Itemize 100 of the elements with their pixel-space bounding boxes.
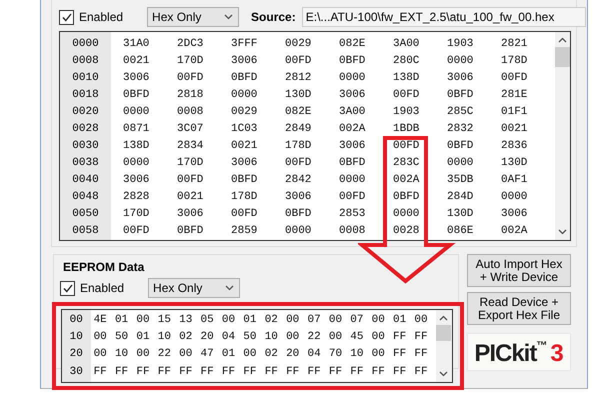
hex-cell: 13 xyxy=(179,314,192,326)
enabled-checkbox[interactable] xyxy=(60,280,75,296)
hex-cell: FF xyxy=(136,366,150,378)
hex-cell: FF xyxy=(200,366,214,378)
hex-cell: 0000 xyxy=(393,208,420,220)
scrollbar[interactable] xyxy=(436,310,452,382)
hex-cell: 02 xyxy=(264,314,278,326)
address-cell: 0010 xyxy=(72,72,99,84)
hex-cell: 00 xyxy=(94,348,107,360)
hex-cell: 04 xyxy=(222,330,236,343)
hex-cell: 0000 xyxy=(123,157,150,170)
hex-cell: 130D xyxy=(285,88,312,101)
hex-cell: 00FD xyxy=(177,174,204,186)
scrollbar[interactable] xyxy=(555,32,570,240)
hex-cell: 284D xyxy=(447,191,474,204)
caret-icon[interactable] xyxy=(225,285,234,291)
hex-cell: 00FD xyxy=(501,72,528,84)
scroll-down-icon[interactable] xyxy=(439,371,448,377)
address-cell: 10 xyxy=(70,330,83,343)
hex-cell: 00FD xyxy=(177,72,204,84)
hex-cell: 00 xyxy=(328,314,342,326)
hex-cell: 22 xyxy=(158,348,171,360)
hex-cell: 00 xyxy=(286,314,300,326)
hex-cell: 3C07 xyxy=(177,122,204,135)
hex-cell: 10 xyxy=(158,330,171,343)
scroll-thumb[interactable] xyxy=(555,47,570,67)
hex-cell: 00FD xyxy=(285,157,312,170)
hex-cell: 00 xyxy=(222,314,236,326)
hex-cell: 002A xyxy=(339,122,366,135)
hex-cell: 2834 xyxy=(177,140,204,152)
hex-cell: 00 xyxy=(243,348,256,360)
hex-cell: 0000 xyxy=(447,157,474,170)
enabled-label: Enabled xyxy=(79,10,124,24)
source-field[interactable]: E:\...ATU-100\fw_EXT_2.5\atu_100_fw_00.hex xyxy=(302,7,586,27)
hex-cell: FF xyxy=(179,366,192,378)
hex-cell: 0029 xyxy=(231,106,258,118)
hex-cell: 00 xyxy=(94,330,107,343)
scroll-up-icon[interactable] xyxy=(558,37,567,43)
hex-cell: 00 xyxy=(179,348,192,360)
hex-cell: 05 xyxy=(200,314,214,326)
checkmark-icon xyxy=(62,12,72,22)
address-cell: 0000 xyxy=(72,38,99,50)
hex-cell: 0021 xyxy=(177,191,204,204)
address-cell: 0020 xyxy=(72,106,99,118)
import-write-button[interactable]: Auto Import Hex + Write Device xyxy=(467,254,571,287)
hex-cell: 00 xyxy=(136,314,150,326)
hex-cell: FF xyxy=(393,366,406,378)
hex-cell: 20 xyxy=(200,330,214,343)
mode-dropdown[interactable]: Hex Only xyxy=(147,7,240,27)
hex-cell: 0BFD xyxy=(447,140,474,152)
hex-cell: 15 xyxy=(158,314,171,326)
address-cell: 0038 xyxy=(72,157,99,170)
address-cell: 0028 xyxy=(72,122,99,135)
hex-cell: 138D xyxy=(393,72,420,84)
hex-cell: 00FD xyxy=(285,54,312,67)
hex-cell: 00 xyxy=(286,330,300,343)
hex-cell: 082E xyxy=(285,106,312,118)
group-title: EEPROM Data xyxy=(63,260,146,274)
hex-cell: 2821 xyxy=(501,38,528,50)
scroll-down-icon[interactable] xyxy=(558,229,567,235)
hex-cell: 130D xyxy=(447,208,474,220)
hex-cell: FF xyxy=(307,366,321,378)
hex-cell: 3006 xyxy=(123,72,150,84)
scroll-thumb[interactable] xyxy=(436,325,452,341)
read-export-button[interactable]: Read Device + Export Hex File xyxy=(467,292,571,325)
hex-cell: FF xyxy=(94,366,107,378)
hex-cell: 002A xyxy=(501,225,528,238)
hex-cell: 10 xyxy=(114,348,128,360)
hex-cell: 2853 xyxy=(339,208,366,220)
scroll-up-icon[interactable] xyxy=(439,315,448,321)
hex-cell: 3006 xyxy=(339,88,366,101)
hex-cell: 02 xyxy=(264,348,278,360)
hex-cell: 178D xyxy=(231,191,258,204)
caret-icon[interactable] xyxy=(224,14,234,20)
hex-cell: 2836 xyxy=(501,140,528,152)
hex-cell: 00FD xyxy=(123,225,150,238)
hex-cell: FF xyxy=(114,366,128,378)
hex-cell: 0000 xyxy=(501,191,528,204)
hex-cell: 22 xyxy=(307,330,321,343)
enabled-checkbox[interactable] xyxy=(59,10,74,24)
hex-cell: 280C xyxy=(393,54,420,67)
hex-cell: FF xyxy=(414,348,428,360)
hex-cell: 00FD xyxy=(393,140,420,152)
hex-cell: 3A00 xyxy=(339,106,366,118)
hex-cell: 3006 xyxy=(177,208,204,220)
hex-cell: 00 xyxy=(372,330,385,343)
hex-cell: 138D xyxy=(123,140,150,152)
hex-cell: 31A0 xyxy=(123,38,150,50)
address-cell: 30 xyxy=(70,366,83,378)
hex-cell: 3006 xyxy=(231,157,258,170)
address-cell: 0008 xyxy=(72,54,99,67)
hex-cell: 0BFD xyxy=(339,54,366,67)
hex-cell: 01F1 xyxy=(501,106,528,118)
logo-name: PICkit xyxy=(474,340,536,368)
hex-cell: 0BFD xyxy=(177,225,204,238)
hex-cell: 0021 xyxy=(123,54,150,67)
mode-dropdown[interactable]: Hex Only xyxy=(148,278,240,298)
hex-cell: FF xyxy=(393,348,406,360)
enabled-label: Enabled xyxy=(80,281,124,295)
hex-cell: 01 xyxy=(222,348,236,360)
